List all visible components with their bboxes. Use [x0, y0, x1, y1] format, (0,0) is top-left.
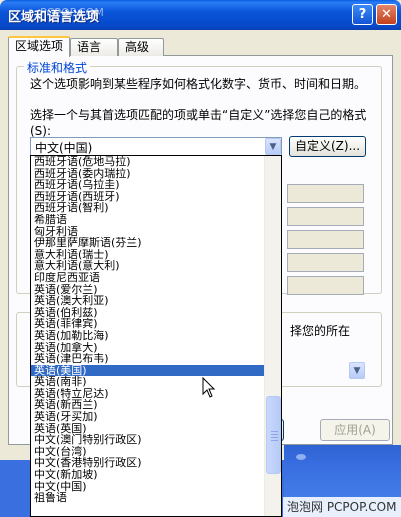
dropdown-item[interactable]: 中文(香港特别行政区)	[31, 457, 265, 469]
dropdown-item[interactable]: 英语(加勒比海)	[31, 330, 265, 342]
location-description: 择您的所在	[290, 324, 351, 338]
dropdown-item[interactable]: 英语(英国)	[31, 423, 265, 435]
dropdown-item[interactable]: 英语(爱尔兰)	[31, 284, 265, 296]
dropdown-item[interactable]: 英语(加拿大)	[31, 342, 265, 354]
dropdown-item[interactable]: 希腊语	[31, 214, 265, 226]
help-button[interactable]: ?	[352, 4, 373, 25]
standards-group-title: 标准和格式	[24, 59, 91, 76]
standards-description: 这个选项影响到某些程序如何格式化数字、货币、时间和日期。	[30, 77, 367, 91]
desktop-decoration	[296, 454, 306, 460]
dropdown-item[interactable]: 西班牙语(危地马拉)	[31, 156, 265, 168]
format-dropdown-list[interactable]: 西班牙语(危地马拉) 西班牙语(委内瑞拉) 西班牙语(乌拉圭) 西班牙语(西班牙) 西班…	[30, 155, 282, 517]
mouse-cursor-icon	[202, 377, 216, 398]
dropdown-item[interactable]: 西班牙语(乌拉圭)	[31, 179, 265, 191]
sample-short-date-box	[287, 253, 364, 272]
location-chevron-down-icon[interactable]: ▼	[349, 362, 365, 379]
footer-watermark: 泡泡网 PCPOP.COM	[283, 497, 401, 517]
dropdown-item[interactable]: 西班牙语(委内瑞拉)	[31, 168, 265, 180]
dropdown-item[interactable]: 印度尼西亚语	[31, 272, 265, 284]
dropdown-item[interactable]: 伊那里萨摩斯语(芬兰)	[31, 237, 265, 249]
tab-advanced[interactable]: 高级	[118, 38, 164, 56]
dropdown-item[interactable]: 中文(台湾)	[31, 446, 265, 458]
sample-number-box	[287, 184, 364, 203]
dropdown-item[interactable]: 英语(菲律宾)	[31, 318, 265, 330]
format-combobox-value: 中文(中国)	[35, 141, 93, 155]
dropdown-item[interactable]: 中文(新加坡)	[31, 469, 265, 481]
dropdown-item[interactable]: 中文(中国)	[31, 481, 265, 493]
tab-regional-options[interactable]: 区域选项	[8, 36, 70, 57]
scrollbar-grip	[271, 431, 278, 432]
scrollbar-grip	[271, 434, 278, 435]
regional-options-dialog: 区域和语言选项 PCPOP.COM ? ✕ 区域选项 语言 高级 标准和格式 这…	[0, 0, 401, 517]
dropdown-item[interactable]: 英语(津巴布韦)	[31, 353, 265, 365]
chevron-down-icon[interactable]: ▼	[265, 138, 281, 155]
dropdown-item[interactable]: 意大利语(意大利)	[31, 260, 265, 272]
dropdown-item[interactable]: 意大利语(瑞士)	[31, 249, 265, 261]
dropdown-item[interactable]: 西班牙语(智利)	[31, 202, 265, 214]
dropdown-item[interactable]: 祖鲁语	[31, 492, 265, 504]
scrollbar-grip	[271, 437, 278, 438]
dropdown-item[interactable]: 中文(澳门特别行政区)	[31, 434, 265, 446]
close-button[interactable]: ✕	[376, 4, 397, 25]
sample-time-box	[287, 230, 364, 249]
title-watermark: PCPOP.COM	[40, 6, 104, 19]
dropdown-item[interactable]: 匈牙利语	[31, 226, 265, 238]
dropdown-item[interactable]: 英语(特立尼达)	[31, 388, 265, 400]
apply-button[interactable]: 应用(A)	[320, 419, 390, 441]
dropdown-items: 西班牙语(危地马拉) 西班牙语(委内瑞拉) 西班牙语(乌拉圭) 西班牙语(西班牙) 西班…	[31, 156, 265, 504]
dropdown-item[interactable]: 西班牙语(西班牙)	[31, 191, 265, 203]
title-bar[interactable]: 区域和语言选项 PCPOP.COM ? ✕	[0, 0, 401, 30]
dropdown-scrollbar[interactable]	[264, 156, 281, 516]
select-prompt: 选择一个与其首选项匹配的项或单击“自定义”选择您自己的格式(S):	[30, 108, 367, 138]
dropdown-item[interactable]: 英语(新西兰)	[31, 399, 265, 411]
format-combobox[interactable]: 中文(中国) ▼	[30, 137, 282, 156]
dropdown-item[interactable]: 英语(南非)	[31, 376, 265, 388]
sample-currency-box	[287, 207, 364, 226]
dropdown-item[interactable]: 英语(牙买加)	[31, 411, 265, 423]
dropdown-item[interactable]: 英语(澳大利亚)	[31, 295, 265, 307]
tab-languages[interactable]: 语言	[70, 38, 118, 56]
customize-button[interactable]: 自定义(Z)...	[289, 136, 366, 157]
dropdown-item-selected[interactable]: 英语(美国)	[31, 364, 265, 377]
sample-long-date-box	[287, 276, 364, 295]
scrollbar-thumb[interactable]	[266, 396, 281, 474]
dropdown-item[interactable]: 英语(伯利兹)	[31, 307, 265, 319]
scrollbar-grip	[271, 440, 278, 441]
